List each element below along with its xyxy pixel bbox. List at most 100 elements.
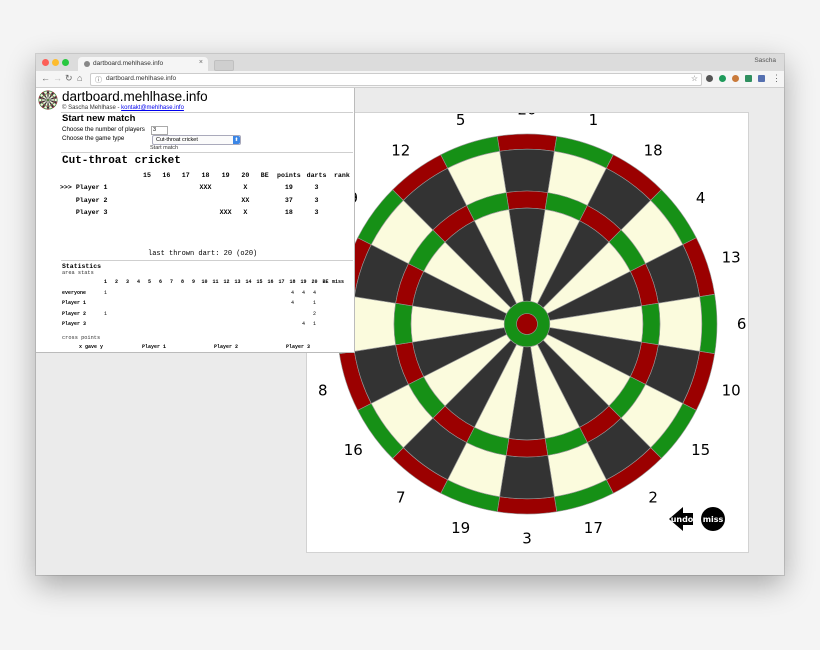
score-cell [255,194,274,207]
close-window-button[interactable] [42,59,49,66]
score-cell: 37 [284,196,293,204]
area-stats-cell [265,288,276,299]
start-match-button[interactable]: Start match [150,145,178,151]
dartboard[interactable]: 2011841361015217319716811149125undomiss [307,113,748,552]
area-stats-cell: 4 [290,300,294,307]
score-column-header: 19 [221,171,230,179]
area-stats-cell [188,288,199,299]
profile-name[interactable]: Sascha [754,57,776,64]
contact-link[interactable]: kontakt@mehlhase.info [121,105,184,111]
game-type-select[interactable]: Cut-throat cricket ⬍ [152,135,241,145]
minimize-window-button[interactable] [52,59,59,66]
board-number-12: 12 [391,141,410,159]
maximize-window-button[interactable] [62,59,69,66]
new-tab-button[interactable] [214,60,234,71]
browser-menu-icon[interactable]: ⋮ [772,73,781,84]
area-stats-cell: 1 [103,289,107,296]
board-segment-outer-single-20[interactable] [499,148,555,193]
board-number-8: 8 [318,381,328,399]
board-segment-triple-3[interactable] [505,438,549,458]
players-input[interactable]: 3 [151,126,168,135]
score-table: 15 16 17 18 19 20 BE points darts rank >>> Player … [60,169,354,219]
back-icon[interactable]: ← [41,73,50,84]
board-segment-triple-20[interactable] [505,190,549,210]
miss-button[interactable]: miss [701,507,725,531]
area-stats-table: 1 2 3 4 5 6 7 8 9 10 11 12 13 14 15 16 17 18 19 20 BE miss eve… [62,277,345,330]
cross-column-header: Player 3 [285,344,310,350]
cross-header-row: x gave y Player 1 Player 2 Player 3 [64,342,334,352]
area-stats-cell [298,309,309,320]
area-stats-cell [133,298,144,309]
extension-icon-4[interactable] [745,75,752,82]
board-segment-outer-single-11 [39,98,42,102]
address-bar[interactable]: ⓘ dartboard.mehlhase.info ☆ [90,73,702,86]
area-stats-cell [111,319,122,330]
player-name: Player 2 [60,196,108,204]
area-stats-cell [111,309,122,320]
board-segment-double-20[interactable] [496,133,558,152]
info-icon[interactable]: ⓘ [95,75,102,85]
score-column-header: points [277,171,301,179]
area-stats-cell [122,309,133,320]
bullseye[interactable] [516,313,538,335]
score-cell [137,182,156,195]
area-stats-cell [111,298,122,309]
area-stats-cell [331,309,345,320]
undo-button[interactable]: undo [669,507,694,531]
divider [61,152,353,153]
board-number-7: 7 [396,489,406,507]
area-header-row: 1 2 3 4 5 6 7 8 9 10 11 12 13 14 15 16 17 18 19 20 BE miss [62,277,345,288]
game-title: Cut-throat cricket [62,155,181,167]
player-name: Player 3 [60,209,108,217]
area-stats-cell [210,298,221,309]
score-cell [137,207,156,220]
board-segment-outer-single-11[interactable] [351,296,396,352]
area-stats-cell [199,298,210,309]
area-stats-cell [111,288,122,299]
extension-icon-5[interactable] [758,75,765,82]
area-column-header: 20 [311,279,318,286]
cross-points-cell: 0 [190,352,262,353]
browser-toolbar: ← → ↻ ⌂ ⓘ dartboard.mehlhase.info ☆ ⋮ [36,71,784,88]
area-stats-cell [122,298,133,309]
board-segment-outer-single-3[interactable] [499,455,555,500]
area-stats-cell [320,309,331,320]
area-column-header: 13 [234,279,241,286]
cross-points-row: Player 10019 [64,352,334,353]
board-number-13: 13 [722,249,741,267]
board-segment-triple-6[interactable] [641,302,661,346]
area-column-header: 19 [300,279,307,286]
tab-close-icon[interactable]: × [199,59,203,66]
score-column-header: rank [333,171,350,179]
area-stats-cell [155,319,166,330]
area-stats-cell [254,319,265,330]
board-number-15: 15 [691,441,710,459]
area-stats-cell [221,319,232,330]
area-stats-cell [166,288,177,299]
area-stats-cell [122,319,133,330]
reload-icon[interactable]: ↻ [65,73,73,84]
area-stats-cell [144,298,155,309]
browser-tab[interactable]: dartboard.mehlhase.info × [78,57,208,71]
area-row-name: Player 1 [62,300,87,307]
board-segment-triple-11[interactable] [393,302,413,346]
board-segment-outer-single-20 [46,91,50,94]
board-number-4: 4 [696,189,706,207]
area-stats-cell [276,298,287,309]
extension-icon-2[interactable] [719,75,726,82]
board-segment-outer-single-6[interactable] [658,296,703,352]
bookmark-star-icon[interactable]: ☆ [691,74,698,83]
board-number-16: 16 [344,441,363,459]
url-text: dartboard.mehlhase.info [106,75,177,82]
board-segment-double-3[interactable] [496,496,558,515]
tab-title: dartboard.mehlhase.info [93,60,164,67]
score-cell [176,182,195,195]
home-icon[interactable]: ⌂ [77,73,82,84]
area-stats-cell [287,309,298,320]
area-stats-row: Player 1 4 1 [62,298,345,309]
extension-icon-3[interactable] [732,75,739,82]
forward-icon[interactable]: → [53,73,62,84]
area-stats-cell [232,288,243,299]
board-segment-double-6[interactable] [699,293,718,355]
extension-icon-1[interactable] [706,75,713,82]
